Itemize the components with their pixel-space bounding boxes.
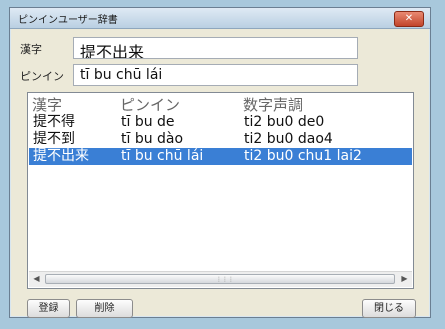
title-bar[interactable]: ピンインユーザー辞書 ✕ bbox=[10, 8, 430, 29]
list-item[interactable]: 提不得 tī bu de ti2 bu0 de0 bbox=[29, 114, 412, 131]
column-header-tone[interactable]: 数字声調 bbox=[243, 94, 303, 115]
close-button[interactable]: 閉じる bbox=[362, 299, 416, 318]
window-title: ピンインユーザー辞書 bbox=[18, 15, 118, 26]
row-pinyin: tī bu chū lái bbox=[121, 148, 204, 164]
column-header-kanji[interactable]: 漢字 bbox=[32, 94, 62, 115]
scroll-right-icon[interactable]: ▶ bbox=[398, 273, 411, 285]
list-header: 漢字 ピンイン 数字声調 bbox=[28, 93, 413, 115]
scrollbar-thumb[interactable]: ⋮⋮⋮ bbox=[45, 274, 395, 284]
close-window-button[interactable]: ✕ bbox=[394, 11, 424, 27]
list-item-selected[interactable]: 提不出来 tī bu chū lái ti2 bu0 chu1 lai2 bbox=[29, 148, 412, 165]
register-button[interactable]: 登録 bbox=[27, 299, 70, 318]
row-kanji: 提不得 bbox=[33, 114, 75, 130]
dictionary-list[interactable]: 漢字 ピンイン 数字声調 提不得 tī bu de ti2 bu0 de0 提不… bbox=[27, 92, 414, 289]
row-pinyin: tī bu de bbox=[121, 114, 175, 130]
row-tone: ti2 bu0 de0 bbox=[244, 114, 325, 130]
column-header-pinyin[interactable]: ピンイン bbox=[120, 94, 180, 115]
row-kanji: 提不到 bbox=[33, 131, 75, 147]
kanji-label: 漢字 bbox=[20, 43, 42, 56]
pinyin-label: ピンイン bbox=[20, 70, 64, 83]
pinyin-input[interactable]: tī bu chū lái bbox=[73, 64, 358, 86]
scroll-left-icon[interactable]: ◀ bbox=[30, 273, 43, 285]
list-item[interactable]: 提不到 tī bu dào ti2 bu0 dao4 bbox=[29, 131, 412, 148]
row-kanji: 提不出来 bbox=[33, 148, 89, 164]
horizontal-scrollbar[interactable]: ◀ ⋮⋮⋮ ▶ bbox=[29, 271, 412, 287]
user-dictionary-dialog: ピンインユーザー辞書 ✕ 漢字 提不出来 ピンイン tī bu chū lái … bbox=[9, 7, 431, 318]
delete-button[interactable]: 削除 bbox=[76, 299, 133, 318]
row-tone: ti2 bu0 dao4 bbox=[244, 131, 333, 147]
kanji-input[interactable]: 提不出来 bbox=[73, 37, 358, 59]
row-pinyin: tī bu dào bbox=[121, 131, 184, 147]
row-tone: ti2 bu0 chu1 lai2 bbox=[244, 148, 362, 164]
grip-icon: ⋮⋮⋮ bbox=[216, 276, 234, 283]
